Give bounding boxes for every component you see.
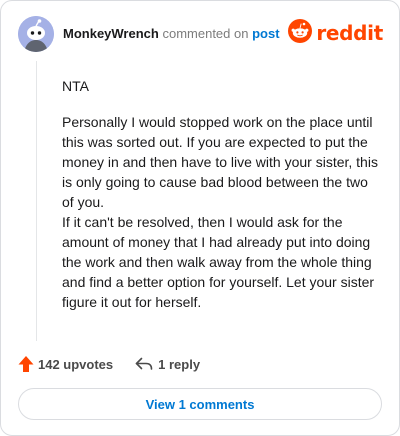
reddit-brand[interactable]: reddit <box>288 18 383 48</box>
view-comments-button[interactable]: View 1 comments <box>18 388 382 420</box>
comment-paragraph: Personally I would stopped work on the p… <box>62 114 378 210</box>
reply-count: 1 reply <box>158 356 201 372</box>
upvote-arrow-icon <box>18 355 34 373</box>
reddit-wordmark: reddit <box>316 21 383 45</box>
comment-card: MonkeyWrench commented on post reddit NT… <box>0 0 400 436</box>
comment-header: MonkeyWrench commented on post reddit <box>18 16 383 52</box>
comment-paragraph: NTA <box>62 78 89 94</box>
thread-line <box>36 61 37 341</box>
comment-meta: MonkeyWrench commented on post <box>63 26 280 42</box>
upvote-button[interactable]: 142 upvotes <box>18 355 113 373</box>
reply-arrow-icon <box>135 356 153 372</box>
username-link[interactable]: MonkeyWrench <box>63 26 159 41</box>
comment-paragraph: If it can't be resolved, then I would as… <box>62 214 375 310</box>
comment-actions: 142 upvotes 1 reply <box>18 353 200 375</box>
reddit-logo-icon <box>288 18 313 48</box>
reply-button[interactable]: 1 reply <box>135 356 200 372</box>
post-link[interactable]: post <box>252 26 279 41</box>
upvote-count: 142 upvotes <box>38 356 114 372</box>
comment-body: NTA Personally I would stopped work on t… <box>62 76 380 312</box>
action-text: commented on <box>162 26 249 41</box>
snoo-avatar-icon[interactable] <box>18 16 54 52</box>
